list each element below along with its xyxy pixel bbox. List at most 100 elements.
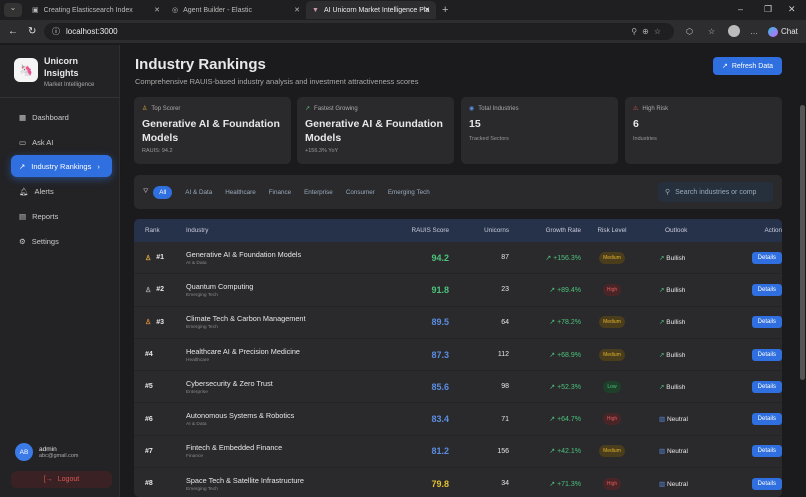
- details-button[interactable]: Details: [751, 316, 782, 329]
- sidebar-item-ask-ai[interactable]: ▭ Ask AI: [11, 131, 112, 153]
- trending-icon: ↗: [549, 383, 558, 391]
- industry-cell: Cybersecurity & Zero Trust Enterprise: [186, 378, 273, 395]
- restore-icon[interactable]: ❐: [764, 4, 772, 15]
- action-cell: Details: [713, 348, 782, 361]
- close-window-icon[interactable]: ✕: [788, 4, 796, 15]
- unicorns-cell: 112: [497, 351, 509, 359]
- search-input[interactable]: ⚲ Search industries or comp: [658, 182, 773, 202]
- filter-healthcare[interactable]: Healthcare: [225, 189, 255, 196]
- browser-tab[interactable]: ▣ Creating Elasticsearch Index ✕: [26, 1, 166, 19]
- table-row: #6 Autonomous Systems & Robotics AI & Dat…: [134, 403, 782, 436]
- close-tab-icon[interactable]: ✕: [154, 6, 160, 14]
- close-tab-icon[interactable]: ✕: [294, 6, 300, 14]
- filter-emerging-tech[interactable]: Emerging Tech: [388, 189, 430, 196]
- risk-cell: Medium: [581, 445, 643, 458]
- sidebar-item-alerts[interactable]: 🔔︎ Alerts: [11, 180, 112, 202]
- favorites-icon[interactable]: ☆: [708, 27, 715, 36]
- growth-cell: ↗ +52.3%: [549, 383, 581, 391]
- browser-tab-active[interactable]: ▼ AI Unicorn Market Intelligence Pla ✕: [306, 1, 436, 19]
- divider: [0, 97, 120, 98]
- score-cell: 85.6: [431, 381, 449, 392]
- sidebar-item-settings[interactable]: ⚙ Settings: [11, 230, 112, 252]
- trending-icon: ↗: [549, 351, 558, 359]
- medal-icon: ♙: [145, 319, 152, 327]
- details-button[interactable]: Details: [751, 413, 782, 426]
- trending-icon: ↗: [549, 480, 558, 488]
- action-cell: Details: [713, 380, 782, 393]
- globe-icon: ◉: [469, 106, 475, 112]
- browser-tab-strip: ⌄ ▣ Creating Elasticsearch Index ✕ ◎ Agent …: [0, 0, 806, 20]
- profile-icon[interactable]: [728, 25, 740, 37]
- address-actions-icon[interactable]: ⚲⊕☆: [631, 27, 666, 36]
- risk-cell: High: [581, 413, 643, 426]
- score-cell: 94.2: [431, 252, 449, 263]
- table-header: Rank Industry RAUIS Score Unicorns Growt…: [134, 219, 782, 242]
- avatar: AB: [15, 443, 33, 461]
- sidebar-item-reports[interactable]: ▤ Reports: [11, 205, 112, 227]
- details-button[interactable]: Details: [751, 445, 782, 458]
- reload-icon[interactable]: ↻: [28, 26, 36, 37]
- details-button[interactable]: Details: [751, 283, 782, 296]
- refresh-data-button[interactable]: ↗ Refresh Data: [713, 57, 782, 75]
- filter-ai-data[interactable]: AI & Data: [185, 189, 212, 196]
- sidebar: 🦄 Unicorn Insights Market Intelligence ▦ D…: [0, 45, 120, 497]
- action-cell: Details: [713, 413, 782, 426]
- details-button[interactable]: Details: [751, 380, 782, 393]
- growth-cell: ↗ +71.3%: [549, 480, 581, 488]
- table-row: ♙ #3 Climate Tech & Carbon Management Emer…: [134, 307, 782, 339]
- bar-chart-icon: ▥: [659, 448, 667, 456]
- table-row: #5 Cybersecurity & Zero Trust Enterprise …: [134, 371, 782, 404]
- logout-icon: [→: [43, 476, 53, 483]
- outlook-cell: ▥ Neutral: [659, 480, 688, 488]
- details-button[interactable]: Details: [751, 477, 782, 490]
- unicorns-cell: 156: [497, 447, 509, 455]
- trending-icon: ↗: [549, 286, 558, 294]
- unicorns-cell: 87: [501, 254, 509, 262]
- unicorns-cell: 23: [501, 286, 509, 294]
- action-cell: Details: [713, 251, 782, 264]
- rank-cell: #5: [145, 383, 153, 391]
- industry-cell: Generative AI & Foundation Models AI & Da…: [186, 249, 302, 266]
- filter-all[interactable]: All: [153, 185, 173, 199]
- table-row: ♙ #1 Generative AI & Foundation Models AI …: [134, 242, 782, 275]
- unicorns-cell: 98: [501, 383, 509, 391]
- growth-cell: ↗ +89.4%: [549, 286, 581, 294]
- filter-enterprise[interactable]: Enterprise: [304, 189, 333, 196]
- sidebar-item-industry-rankings[interactable]: ↗ Industry Rankings ›: [11, 155, 112, 177]
- risk-badge: Medium: [599, 251, 625, 264]
- trending-icon: ↗: [545, 254, 554, 262]
- score-cell: 89.5: [431, 317, 449, 328]
- growth-cell: ↗ +42.1%: [549, 448, 581, 456]
- scrollbar[interactable]: [800, 105, 805, 380]
- filter-finance[interactable]: Finance: [269, 189, 291, 196]
- stat-card-top-scorer: ♙ Top Scorer Generative AI & Foundation Mo…: [134, 97, 291, 164]
- more-icon[interactable]: …: [750, 27, 758, 36]
- trending-icon: ↗: [549, 416, 558, 424]
- filter-consumer[interactable]: Consumer: [346, 189, 375, 196]
- browser-tab[interactable]: ◎ Agent Builder - Elastic ✕: [166, 1, 306, 19]
- trending-icon: ↗: [305, 106, 311, 112]
- new-tab-icon[interactable]: +: [442, 4, 448, 16]
- minimize-icon[interactable]: –: [738, 4, 743, 14]
- logout-button[interactable]: [→ Logout: [11, 471, 112, 488]
- sidebar-item-dashboard[interactable]: ▦ Dashboard: [11, 106, 112, 128]
- growth-cell: ↗ +64.7%: [549, 416, 581, 424]
- url-input[interactable]: ⓘ localhost:3000 ⚲⊕☆: [44, 23, 674, 40]
- back-icon[interactable]: ←: [8, 26, 18, 37]
- table-row: #8 Space Tech & Satellite Infrastructure…: [134, 468, 782, 497]
- address-bar: ← ↻ ⓘ localhost:3000 ⚲⊕☆ ⬡ ☆ … Chat: [0, 20, 806, 43]
- page-icon: ▼: [312, 6, 319, 14]
- close-tab-icon[interactable]: ✕: [424, 6, 430, 14]
- chat-button[interactable]: Chat: [768, 26, 798, 37]
- details-button[interactable]: Details: [751, 348, 782, 361]
- score-cell: 91.8: [431, 284, 449, 295]
- tab-list-icon[interactable]: ⌄: [4, 3, 22, 17]
- risk-badge: High: [602, 283, 622, 296]
- extensions-icon[interactable]: ⬡: [686, 27, 693, 36]
- table-body: ♙ #1 Generative AI & Foundation Models AI …: [134, 242, 782, 497]
- rank-cell: #6: [145, 415, 153, 423]
- user-profile[interactable]: AB admin abc@gmail.com: [15, 443, 79, 461]
- table-row: #4 Healthcare AI & Precision Medicine Hea…: [134, 339, 782, 372]
- details-button[interactable]: Details: [751, 251, 782, 264]
- risk-badge: High: [602, 477, 622, 490]
